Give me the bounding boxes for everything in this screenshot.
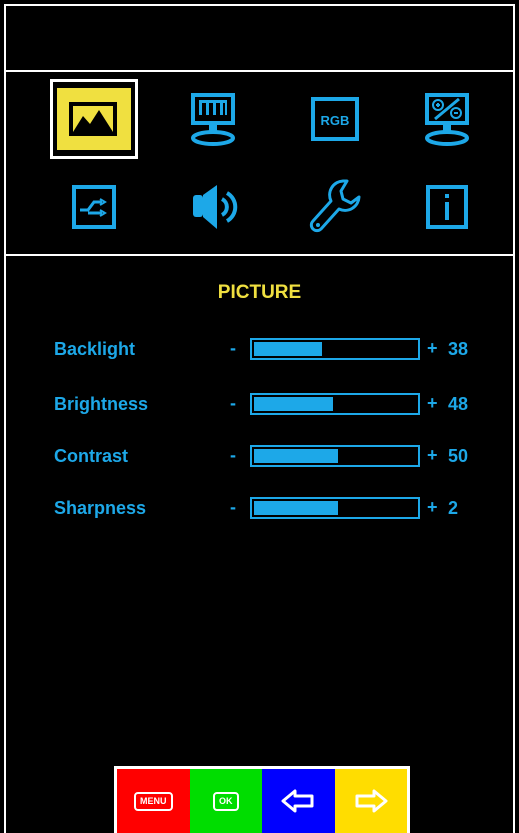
icons-divider	[6, 254, 513, 256]
input-source-icon	[72, 185, 116, 229]
menu-icon-grid: RGB	[6, 72, 513, 254]
setting-row-brightness[interactable]: Brightness - +48	[54, 392, 494, 418]
menu-button[interactable]: MENU	[117, 769, 190, 833]
decrease-sign[interactable]: -	[230, 445, 236, 466]
setting-label: Brightness	[54, 394, 149, 414]
audio-icon	[193, 185, 238, 229]
slider-fill	[254, 342, 322, 356]
setting-label: Sharpness	[54, 498, 147, 518]
button-bar: MENU OK	[114, 766, 410, 833]
setting-label: Contrast	[54, 446, 129, 466]
brightness-slider[interactable]	[250, 393, 420, 415]
rgb-icon: RGB	[311, 97, 359, 141]
slider-fill	[254, 449, 338, 463]
setting-row-contrast[interactable]: Contrast - +50	[54, 444, 494, 470]
menu-icon-display[interactable]	[169, 79, 257, 159]
decrease-sign[interactable]: -	[230, 338, 236, 359]
setting-label: Backlight	[54, 339, 136, 359]
setting-value: 50	[448, 446, 469, 466]
backlight-slider[interactable]	[250, 338, 420, 360]
menu-icon-adjust[interactable]	[403, 79, 491, 159]
menu-icon-input[interactable]	[50, 167, 138, 247]
increase-sign[interactable]: +	[427, 338, 438, 359]
display-icon	[191, 93, 235, 146]
setting-row-sharpness[interactable]: Sharpness - +2	[54, 496, 494, 522]
ok-button-label: OK	[213, 791, 239, 811]
ok-button[interactable]: OK	[189, 769, 262, 833]
menu-icon-setup[interactable]	[291, 167, 379, 247]
osd-title-bar	[6, 6, 513, 70]
right-arrow-icon	[355, 789, 388, 813]
setting-value: 48	[448, 394, 469, 414]
menu-button-label: MENU	[134, 791, 173, 811]
menu-icon-info[interactable]	[403, 167, 491, 247]
slider-fill	[254, 501, 338, 515]
menu-icon-audio[interactable]	[169, 167, 257, 247]
setting-value: 2	[448, 498, 459, 518]
setting-row-backlight[interactable]: Backlight - +38	[54, 337, 494, 363]
increase-sign[interactable]: +	[427, 497, 438, 518]
menu-icon-rgb[interactable]: RGB	[291, 79, 379, 159]
right-arrow-button[interactable]	[334, 769, 407, 833]
decrease-sign[interactable]: -	[230, 393, 236, 414]
left-arrow-button[interactable]	[262, 769, 335, 833]
increase-sign[interactable]: +	[427, 445, 438, 466]
picture-icon	[57, 88, 131, 150]
adjust-icon	[425, 93, 469, 146]
left-arrow-icon	[281, 789, 314, 813]
menu-icon-picture[interactable]	[50, 79, 138, 159]
wrench-icon	[309, 179, 361, 233]
info-icon	[426, 185, 468, 229]
page-title: PICTURE	[217, 282, 302, 303]
sharpness-slider[interactable]	[250, 497, 420, 519]
osd-frame: RGB PICTURE Backlight - + 38 Brightness …	[4, 4, 515, 833]
slider-fill	[254, 397, 333, 411]
increase-sign[interactable]: +	[427, 393, 438, 414]
rgb-icon-label: RGB	[321, 113, 350, 128]
decrease-sign[interactable]: -	[230, 497, 236, 518]
contrast-slider[interactable]	[250, 445, 420, 467]
setting-value: 38	[448, 339, 469, 359]
